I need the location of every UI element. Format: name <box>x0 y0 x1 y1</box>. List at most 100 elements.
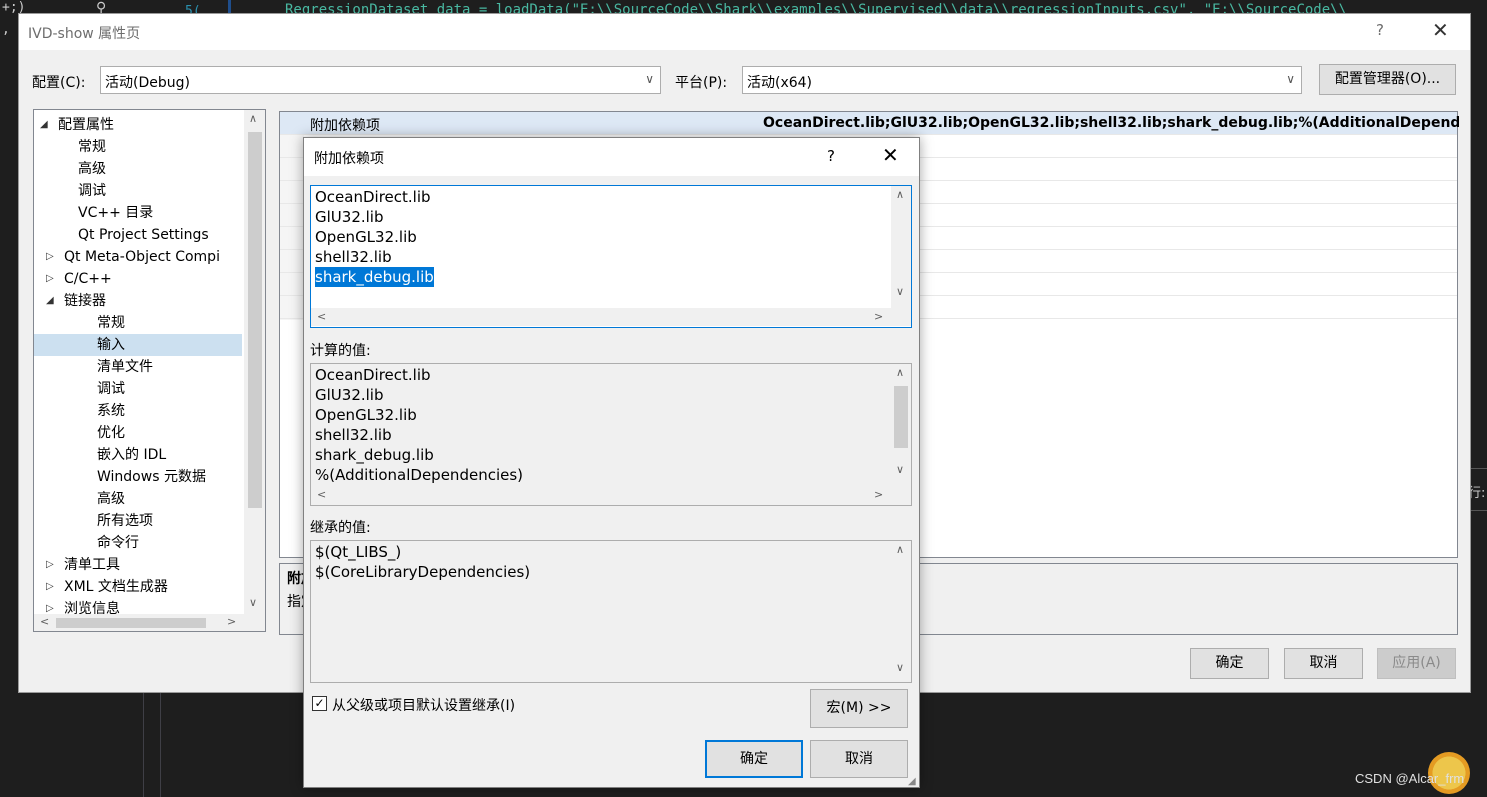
chevron-down-icon[interactable]: ∨ <box>896 661 904 674</box>
tree-item[interactable]: 系统 <box>34 400 242 422</box>
scroll-thumb[interactable] <box>56 618 206 628</box>
tree-item[interactable]: Qt Project Settings <box>34 224 242 246</box>
tree-item-label: VC++ 目录 <box>78 205 154 221</box>
inherit-checkbox[interactable]: ✓ <box>312 696 327 711</box>
cancel-button[interactable]: 取消 <box>810 740 908 778</box>
title-bar[interactable]: 附加依赖项 ? ✕ <box>304 138 919 176</box>
text-line: OceanDirect.lib <box>315 366 431 384</box>
tree-item[interactable]: VC++ 目录 <box>34 202 242 224</box>
chevron-down-icon[interactable]: ∨ <box>896 463 904 476</box>
horizontal-scrollbar[interactable]: < > <box>34 614 265 631</box>
editor-margin-glyph: , <box>2 22 10 37</box>
chevron-left-icon[interactable]: < <box>317 488 326 501</box>
collapse-icon[interactable]: ◢ <box>46 290 54 312</box>
platform-dropdown[interactable]: 活动(x64) ∨ <box>742 66 1302 94</box>
platform-label: 平台(P): <box>675 75 728 91</box>
collapse-icon[interactable]: ◢ <box>40 114 48 136</box>
scroll-thumb[interactable] <box>248 132 262 508</box>
tree-item-label: C/C++ <box>64 271 112 287</box>
tree-item-label: Qt Project Settings <box>78 227 209 243</box>
property-value[interactable]: OceanDirect.lib;GlU32.lib;OpenGL32.lib;s… <box>763 115 1459 131</box>
chevron-left-icon[interactable]: < <box>317 310 326 323</box>
property-name: 附加依赖项 <box>310 118 380 134</box>
tree-item[interactable]: 高级 <box>34 158 242 180</box>
text-line: shark_debug.lib <box>315 267 434 287</box>
ok-button[interactable]: 确定 <box>1190 648 1269 679</box>
tree-item[interactable]: 输入 <box>34 334 242 356</box>
vertical-scrollbar[interactable]: ∧ ∨ <box>891 364 911 486</box>
close-icon[interactable]: ✕ <box>1432 18 1449 42</box>
title-bar[interactable]: IVD-show 属性页 ? ✕ <box>19 14 1470 50</box>
resize-grip-icon[interactable]: ◢ <box>908 776 916 787</box>
text-line: shell32.lib <box>315 426 392 444</box>
tree-item[interactable]: 清单文件 <box>34 356 242 378</box>
apply-button[interactable]: 应用(A) <box>1377 648 1456 679</box>
chevron-up-icon[interactable]: ∧ <box>896 188 904 201</box>
config-dropdown[interactable]: 活动(Debug) ∨ <box>100 66 661 94</box>
tree-item[interactable]: 常规 <box>34 312 242 334</box>
tree-item[interactable]: 所有选项 <box>34 510 242 532</box>
chevron-right-icon[interactable]: > <box>227 615 236 628</box>
help-button[interactable]: ? <box>827 147 835 165</box>
expand-icon[interactable]: ▷ <box>46 246 54 268</box>
chevron-down-icon[interactable]: ∨ <box>249 596 257 609</box>
cancel-button[interactable]: 取消 <box>1284 648 1363 679</box>
horizontal-scrollbar[interactable]: < > <box>311 486 911 504</box>
tree-item[interactable]: 优化 <box>34 422 242 444</box>
computed-values-box[interactable]: OceanDirect.lib GlU32.lib OpenGL32.lib shel… <box>310 363 912 506</box>
vertical-scrollbar[interactable]: ∧ ∨ <box>891 186 911 308</box>
tree-item[interactable]: 嵌入的 IDL <box>34 444 242 466</box>
dependencies-edit-box[interactable]: OceanDirect.lib GlU32.lib OpenGL32.lib shel… <box>310 185 912 328</box>
chevron-up-icon[interactable]: ∧ <box>896 366 904 379</box>
config-label: 配置(C): <box>32 75 86 91</box>
chevron-right-icon[interactable]: > <box>874 310 883 323</box>
divider <box>160 693 161 797</box>
chevron-down-icon[interactable]: ∨ <box>896 285 904 298</box>
tree-item[interactable]: ▷ Qt Meta-Object Compi <box>34 246 242 268</box>
tree-item[interactable]: ◢ 链接器 <box>34 290 242 312</box>
tree-item[interactable]: ◢ 配置属性 <box>34 114 242 136</box>
expand-icon[interactable]: ▷ <box>46 268 54 290</box>
inherit-checkbox-label[interactable]: 从父级或项目默认设置继承(I) <box>332 695 515 715</box>
tree-item[interactable]: 命令行 <box>34 532 242 554</box>
horizontal-scrollbar[interactable]: < > <box>311 308 911 326</box>
chevron-up-icon[interactable]: ∧ <box>896 543 904 556</box>
change-marker <box>228 0 231 14</box>
text-line: %(AdditionalDependencies) <box>315 466 524 484</box>
tree-item-label: 高级 <box>97 491 125 507</box>
expand-icon[interactable]: ▷ <box>46 554 54 576</box>
tree-item[interactable]: 调试 <box>34 180 242 202</box>
tree-item[interactable]: ▷ C/C++ <box>34 268 242 290</box>
divider <box>143 693 144 797</box>
close-icon[interactable]: ✕ <box>882 143 899 167</box>
tree-item[interactable]: ▷ XML 文档生成器 <box>34 576 242 598</box>
text-line: shell32.lib <box>315 248 392 266</box>
text-line: shark_debug.lib <box>315 446 434 464</box>
vertical-scrollbar[interactable]: ∧ ∨ <box>891 541 911 682</box>
macros-button[interactable]: 宏(M) >> <box>810 689 908 728</box>
chevron-right-icon[interactable]: > <box>874 488 883 501</box>
expand-icon[interactable]: ▷ <box>46 576 54 598</box>
tree-item[interactable]: 高级 <box>34 488 242 510</box>
tree-item-label: 嵌入的 IDL <box>97 447 167 463</box>
tree-item[interactable]: Windows 元数据 <box>34 466 242 488</box>
chevron-left-icon[interactable]: < <box>40 615 49 628</box>
category-tree[interactable]: ◢ 配置属性 常规 高级 调试 VC++ 目录 Qt Project Settings ▷ Qt… <box>33 109 266 632</box>
vertical-scrollbar[interactable]: ∧ ∨ <box>244 110 265 614</box>
help-button[interactable]: ? <box>1376 21 1384 39</box>
scroll-thumb[interactable] <box>894 386 908 448</box>
text-line: OceanDirect.lib <box>315 188 431 206</box>
inherited-values-box[interactable]: $(Qt_LIBS_) $(CoreLibraryDependencies) ∧ … <box>310 540 912 683</box>
text-line: $(CoreLibraryDependencies) <box>315 563 531 581</box>
tree-item[interactable]: ▷ 清单工具 <box>34 554 242 576</box>
text-line: OpenGL32.lib <box>315 406 417 424</box>
tree-item-label: 清单文件 <box>97 359 153 375</box>
grid-row[interactable]: 附加依赖项 OceanDirect.lib;GlU32.lib;OpenGL32… <box>280 112 1459 135</box>
tree-item[interactable]: 常规 <box>34 136 242 158</box>
platform-value: 活动(x64) <box>747 75 813 91</box>
config-manager-button[interactable]: 配置管理器(O)... <box>1319 64 1456 95</box>
tree-item[interactable]: 调试 <box>34 378 242 400</box>
ok-button[interactable]: 确定 <box>705 740 803 778</box>
chevron-up-icon[interactable]: ∧ <box>249 112 257 125</box>
computed-values-label: 计算的值: <box>310 343 371 359</box>
